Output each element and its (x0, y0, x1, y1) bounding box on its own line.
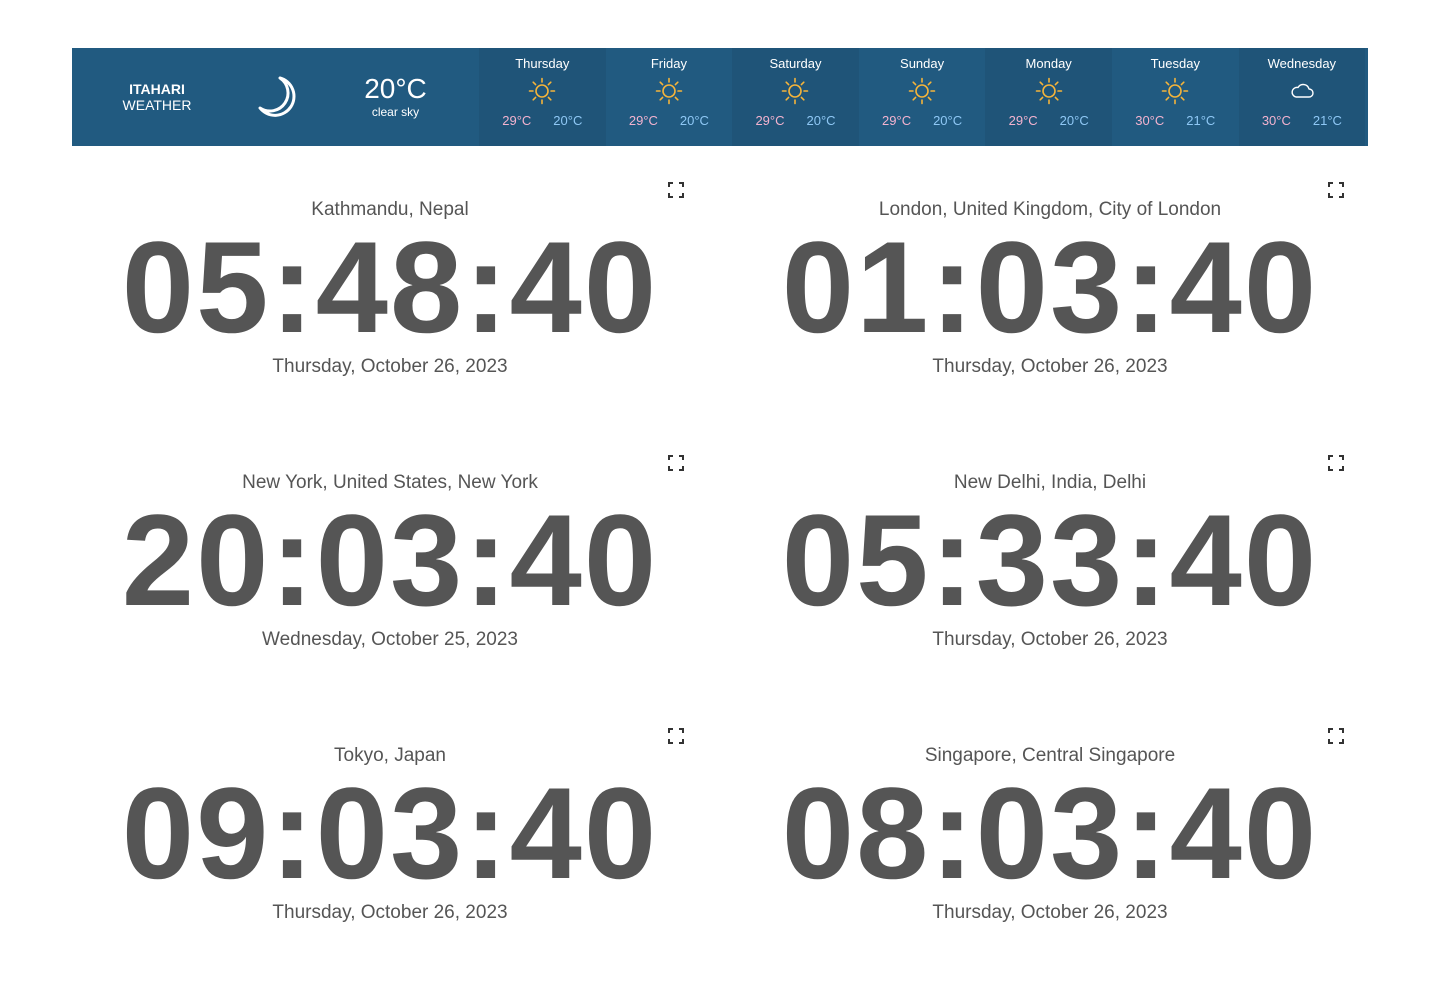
world-clock: Kathmandu, Nepal 05:48:40 Thursday, Octo… (70, 182, 710, 459)
forecast-day-name: Monday (1025, 56, 1072, 71)
clock-time: 20:03:40 (121, 487, 659, 633)
forecast-low: 21°C (1312, 113, 1342, 128)
forecast-temps: 29°C 20°C (502, 113, 582, 128)
clock-time: 05:33:40 (781, 487, 1319, 633)
forecast-high: 29°C (882, 113, 912, 128)
clock-date: Thursday, October 26, 2023 (932, 356, 1168, 377)
fullscreen-icon[interactable] (668, 182, 684, 198)
clock-date: Thursday, October 26, 2023 (272, 356, 508, 377)
current-description: clear sky (371, 105, 420, 119)
clock-date: Wednesday, October 25, 2023 (262, 629, 518, 650)
sun-icon (655, 73, 683, 109)
forecast-day-name: Thursday (515, 56, 570, 71)
forecast-temps: 29°C 20°C (755, 113, 835, 128)
forecast-low: 20°C (1059, 113, 1089, 128)
forecast-day: Sunday 29°C 20°C (858, 48, 986, 146)
forecast-high: 29°C (1008, 113, 1038, 128)
forecast-low: 20°C (933, 113, 963, 128)
fullscreen-icon[interactable] (1328, 455, 1344, 471)
forecast-high: 29°C (628, 113, 658, 128)
forecast-temps: 30°C 21°C (1135, 113, 1215, 128)
forecast-high: 29°C (502, 113, 532, 128)
clock-date: Thursday, October 26, 2023 (932, 629, 1168, 650)
sun-icon (1161, 73, 1189, 109)
sun-icon (781, 73, 809, 109)
forecast-day: Friday 29°C 20°C (605, 48, 733, 146)
weather-label: WEATHER (122, 97, 192, 113)
world-clock: Singapore, Central Singapore 08:03:40 Th… (730, 728, 1370, 955)
forecast-high: 30°C (1135, 113, 1165, 128)
cloud-icon (1288, 73, 1316, 109)
forecast-day-name: Friday (650, 56, 687, 71)
forecast-day-name: Tuesday (1150, 56, 1200, 71)
forecast-low: 21°C (1186, 113, 1216, 128)
fullscreen-icon[interactable] (668, 728, 684, 744)
fullscreen-icon[interactable] (1328, 182, 1344, 198)
forecast-high: 29°C (755, 113, 785, 128)
world-clock: London, United Kingdom, City of London 0… (730, 182, 1370, 459)
forecast-day: Monday 29°C 20°C (985, 48, 1112, 146)
clock-date: Thursday, October 26, 2023 (932, 902, 1168, 923)
current-weather: 20°C clear sky (312, 48, 479, 146)
sun-icon (908, 73, 936, 109)
clock-time: 09:03:40 (121, 760, 659, 906)
weather-city: ITAHARI (129, 81, 185, 97)
forecast-low: 20°C (806, 113, 836, 128)
fullscreen-icon[interactable] (1328, 728, 1344, 744)
forecast-temps: 29°C 20°C (1009, 113, 1089, 128)
forecast-day-name: Sunday (900, 56, 945, 71)
world-clock: Tokyo, Japan 09:03:40 Thursday, October … (70, 728, 710, 1005)
forecast-list: Thursday 29°C 20°C Friday 29°C 20°C Saturd… (479, 48, 1368, 146)
world-clock: New York, United States, New York 20:03:… (70, 455, 710, 732)
clock-time: 01:03:40 (781, 214, 1319, 360)
forecast-low: 20°C (553, 113, 583, 128)
clock-time: 08:03:40 (781, 760, 1319, 906)
forecast-day: Thursday 29°C 20°C (479, 48, 606, 146)
forecast-low: 20°C (679, 113, 709, 128)
forecast-day-name: Saturday (769, 56, 822, 71)
clock-date: Thursday, October 26, 2023 (272, 902, 508, 923)
forecast-day: Saturday 29°C 20°C (732, 48, 859, 146)
sun-icon (528, 73, 556, 109)
weather-brand: ITAHARI WEATHER (72, 48, 242, 146)
world-clock: New Delhi, India, Delhi 05:33:40 Thursda… (730, 455, 1370, 732)
forecast-temps: 29°C 20°C (882, 113, 962, 128)
moon-icon (242, 48, 312, 146)
forecast-high: 30°C (1261, 113, 1291, 128)
forecast-day-name: Wednesday (1267, 56, 1337, 71)
clock-time: 05:48:40 (121, 214, 659, 360)
current-temperature: 20°C (364, 73, 427, 104)
sun-icon (1035, 73, 1063, 109)
forecast-temps: 29°C 20°C (629, 113, 709, 128)
forecast-temps: 30°C 21°C (1262, 113, 1342, 128)
fullscreen-icon[interactable] (668, 455, 684, 471)
weather-widget: ITAHARI WEATHER 20°C clear sky Thursday … (72, 48, 1368, 146)
forecast-day: Tuesday 30°C 21°C (1111, 48, 1239, 146)
forecast-day: Wednesday 30°C 21°C (1238, 48, 1366, 146)
